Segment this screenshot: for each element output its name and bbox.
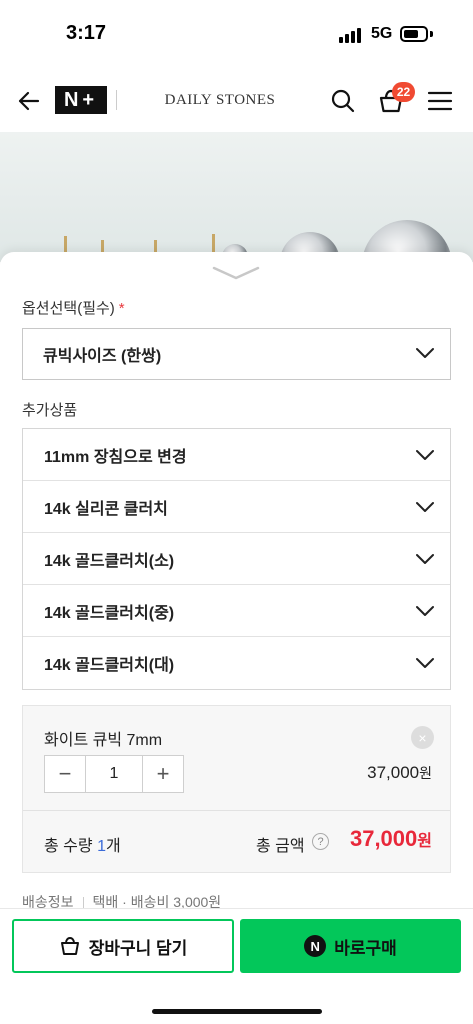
total-quantity: 총 수량 1개 <box>44 832 121 856</box>
store-logo[interactable]: N+ <box>55 86 107 114</box>
naver-pay-icon: N <box>304 935 327 957</box>
signal-icon <box>339 27 364 43</box>
addon-label: 14k 골드클러치(중) <box>44 604 175 622</box>
addon-select-silicone-clutch[interactable]: 14k 실리콘 클러치 <box>23 481 450 533</box>
addon-list: 11mm 장침으로 변경 14k 실리콘 클러치 14k 골드클러치(소) 14… <box>22 428 451 690</box>
hamburger-menu-icon[interactable] <box>427 90 453 112</box>
addon-label: 추가상품 <box>22 402 78 419</box>
top-nav: N+ DAILY STONES 22 <box>0 70 473 132</box>
addon-label: 14k 골드클러치(소) <box>44 552 175 570</box>
selected-item-name: 화이트 큐빅 7mm <box>44 732 163 749</box>
option-label: 옵션선택(필수) * <box>22 297 125 318</box>
chevron-down-icon <box>416 658 434 668</box>
search-icon[interactable] <box>330 88 356 114</box>
brand-title[interactable]: DAILY STONES <box>150 92 290 109</box>
product-image <box>0 132 473 262</box>
add-to-cart-button[interactable]: 장바구니 담기 <box>12 919 234 973</box>
increase-quantity-button[interactable]: + <box>143 756 183 792</box>
total-quantity-label: 총 수량 <box>44 838 93 855</box>
option-label-text: 옵션선택(필수) <box>22 300 115 317</box>
battery-tip <box>430 31 433 37</box>
total-quantity-unit: 개 <box>105 838 121 855</box>
required-mark: * <box>118 300 125 317</box>
total-amount: 37,000원 <box>350 826 432 852</box>
selected-item-box: 화이트 큐빅 7mm × − 1 + 37,000원 총 수량 1개 총 금액 … <box>22 705 451 873</box>
buy-now-label: 바로구매 <box>334 938 397 958</box>
chevron-down-icon <box>416 348 434 358</box>
cart-count-badge: 22 <box>392 82 415 102</box>
network-label: 5G <box>371 25 393 42</box>
shopping-bag-icon <box>60 936 79 955</box>
buy-now-button[interactable]: N 바로구매 <box>240 919 461 973</box>
quantity-stepper: − 1 + <box>44 755 184 793</box>
remove-item-button[interactable]: × <box>411 726 434 749</box>
item-price-value: 37,000 <box>367 763 420 782</box>
divider <box>23 810 450 811</box>
size-option-select[interactable]: 큐빅사이즈 (한쌍) <box>22 328 451 380</box>
size-option-value: 큐빅사이즈 (한쌍) <box>43 348 162 365</box>
add-to-cart-label: 장바구니 담기 <box>88 938 188 958</box>
addon-label: 14k 실리콘 클러치 <box>44 500 168 518</box>
home-indicator <box>152 1009 322 1014</box>
total-quantity-value: 1 <box>97 838 106 855</box>
addon-select-gold-clutch-medium[interactable]: 14k 골드클러치(중) <box>23 585 450 637</box>
decrease-quantity-button[interactable]: − <box>45 756 85 792</box>
chevron-down-icon <box>416 450 434 460</box>
addon-label: 14k 골드클러치(대) <box>44 657 175 674</box>
chevron-down-icon <box>416 606 434 616</box>
status-time: 3:17 <box>66 22 107 44</box>
quantity-value[interactable]: 1 <box>85 756 143 792</box>
status-bar: 3:17 5G <box>0 0 473 70</box>
bottom-action-bar: 장바구니 담기 N 바로구매 <box>0 908 473 1024</box>
arrow-left-icon[interactable] <box>16 88 42 114</box>
total-amount-label: 총 금액 <box>256 838 305 855</box>
chevron-down-icon <box>416 554 434 564</box>
total-amount-unit: 원 <box>417 833 432 850</box>
help-icon[interactable]: ? <box>312 833 329 850</box>
item-price: 37,000원 <box>367 763 432 783</box>
item-price-unit: 원 <box>419 765 432 781</box>
addon-select-gold-clutch-small[interactable]: 14k 골드클러치(소) <box>23 533 450 585</box>
battery-icon <box>400 26 428 42</box>
addon-label: 11mm 장침으로 변경 <box>44 448 187 466</box>
chevron-down-icon[interactable] <box>211 264 261 282</box>
total-amount-value: 37,000 <box>349 826 418 851</box>
addon-select-gold-clutch-large[interactable]: 14k 골드클러치(대) <box>23 637 450 689</box>
logo-divider <box>116 90 117 110</box>
addon-select-long-pin[interactable]: 11mm 장침으로 변경 <box>23 429 450 481</box>
chevron-down-icon <box>416 502 434 512</box>
